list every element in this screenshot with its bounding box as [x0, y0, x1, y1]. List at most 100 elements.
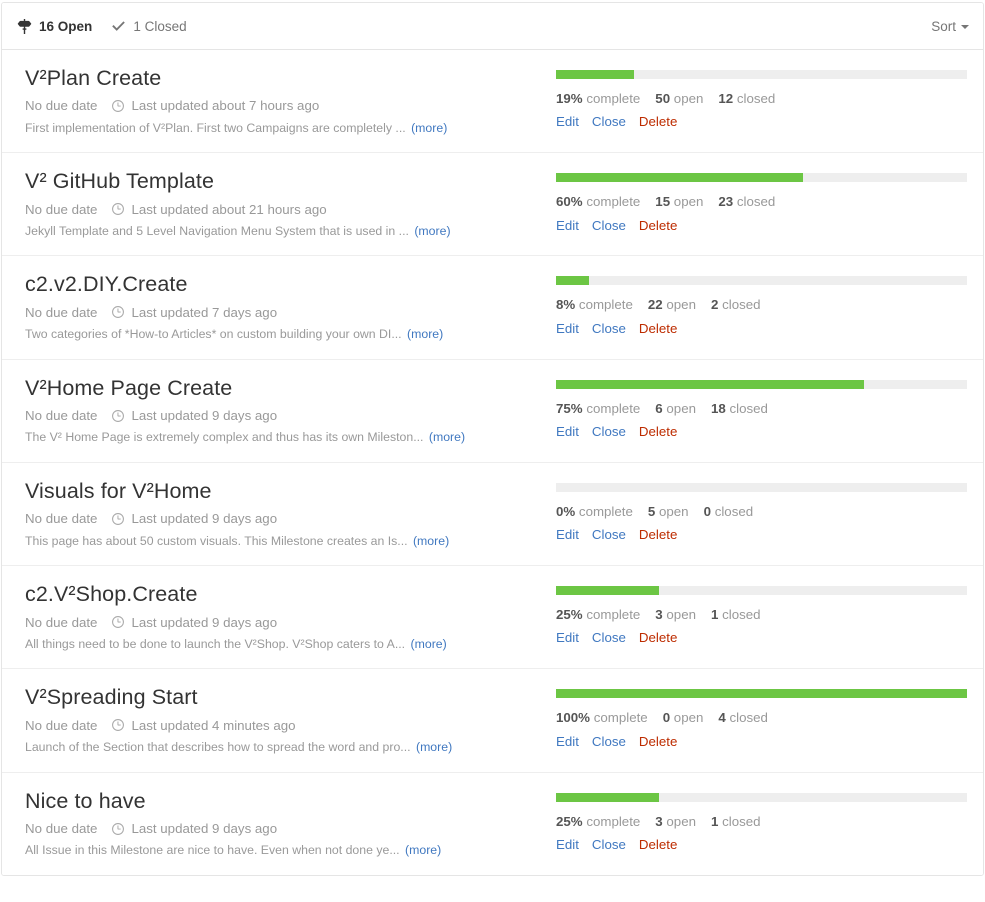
- milestone-more-link[interactable]: (more): [411, 121, 447, 135]
- milestone-meta: No due date Last updated 9 days ago: [25, 614, 556, 631]
- open-issues-count: 5: [647, 503, 656, 519]
- delete-milestone-link[interactable]: Delete: [639, 321, 677, 336]
- complete-label: complete: [578, 297, 633, 313]
- open-issues-count: 50: [655, 91, 671, 106]
- open-issues-label: open: [673, 91, 704, 106]
- milestone-title-link[interactable]: Visuals for V²Home: [25, 479, 212, 503]
- stat-open: 15 open: [655, 194, 703, 209]
- milestone-description: The V² Home Page is extremely complex an…: [25, 429, 556, 446]
- milestone-more-link[interactable]: (more): [429, 430, 465, 444]
- sort-dropdown-button[interactable]: Sort: [931, 19, 969, 34]
- sort-control[interactable]: Sort: [931, 19, 969, 34]
- milestone-progress-panel: 25% complete 3 open 1 closed Edit Close Dele…: [556, 788, 975, 859]
- milestone-description: Two categories of *How-to Articles* on c…: [25, 326, 556, 343]
- close-milestone-link[interactable]: Close: [592, 837, 626, 852]
- milestone-due-date: No due date: [25, 408, 98, 424]
- stat-complete: 25% complete: [556, 814, 640, 829]
- milestone-title-link[interactable]: V²Spreading Start: [25, 685, 198, 709]
- milestone-progress-panel: 8% complete 22 open 2 closed Edit Close Dele…: [556, 271, 975, 342]
- milestone-description: Launch of the Section that describes how…: [25, 739, 556, 756]
- check-icon: [110, 18, 126, 34]
- progress-bar: [556, 276, 967, 286]
- milestone-progress-panel: 0% complete 5 open 0 closed Edit Close Delet…: [556, 478, 975, 549]
- milestone-description: Jekyll Template and 5 Level Navigation M…: [25, 223, 556, 240]
- milestone-updated: Last updated 9 days ago: [131, 408, 278, 424]
- delete-milestone-link[interactable]: Delete: [639, 114, 677, 129]
- delete-milestone-link[interactable]: Delete: [639, 424, 677, 439]
- closed-count: 1: [133, 18, 141, 34]
- delete-milestone-link[interactable]: Delete: [639, 218, 677, 233]
- progress-bar: [556, 379, 967, 389]
- open-issues-label: open: [666, 607, 696, 623]
- delete-milestone-link[interactable]: Delete: [639, 527, 677, 542]
- edit-milestone-link[interactable]: Edit: [556, 321, 579, 336]
- progress-bar: [556, 792, 967, 802]
- delete-milestone-link[interactable]: Delete: [639, 837, 677, 852]
- filter-open-milestones[interactable]: 16 Open: [16, 18, 92, 34]
- progress-bar-fill: [556, 173, 803, 183]
- milestone-title-link[interactable]: V²Home Page Create: [25, 376, 232, 400]
- milestone-progress-panel: 75% complete 6 open 18 closed Edit Close Del…: [556, 375, 975, 446]
- open-issues-count: 3: [655, 813, 663, 829]
- closed-issues-label: closed: [736, 194, 776, 210]
- clock-icon: [111, 512, 125, 526]
- edit-milestone-link[interactable]: Edit: [556, 734, 579, 749]
- milestone-progress-panel: 100% complete 0 open 4 closed Edit Close Del…: [556, 684, 975, 755]
- milestone-info: V² GitHub Template No due date Last upda…: [16, 168, 556, 239]
- delete-milestone-link[interactable]: Delete: [639, 734, 677, 749]
- close-milestone-link[interactable]: Close: [592, 321, 626, 336]
- open-issues-label: open: [659, 503, 689, 519]
- close-milestone-link[interactable]: Close: [592, 218, 626, 233]
- milestone-more-link[interactable]: (more): [407, 327, 443, 341]
- close-milestone-link[interactable]: Close: [592, 630, 626, 645]
- edit-milestone-link[interactable]: Edit: [556, 837, 579, 852]
- milestone-updated: Last updated 9 days ago: [131, 821, 278, 836]
- close-milestone-link[interactable]: Close: [592, 424, 626, 439]
- closed-issues-label: closed: [722, 813, 761, 829]
- edit-milestone-link[interactable]: Edit: [556, 424, 579, 439]
- state-filter-group: 16 Open 1 Closed: [16, 18, 205, 34]
- progress-bar: [556, 173, 967, 183]
- open-issues-count: 15: [655, 194, 671, 210]
- edit-milestone-link[interactable]: Edit: [556, 527, 579, 542]
- edit-milestone-link[interactable]: Edit: [556, 218, 579, 233]
- stat-open: 3 open: [655, 814, 696, 829]
- complete-percent: 60%: [556, 194, 583, 210]
- milestone-title: V² GitHub Template: [25, 169, 556, 194]
- complete-label: complete: [586, 91, 641, 106]
- delete-milestone-link[interactable]: Delete: [639, 630, 677, 645]
- milestone-title-link[interactable]: Nice to have: [25, 789, 146, 813]
- filter-closed-milestones[interactable]: 1 Closed: [110, 18, 187, 34]
- stat-closed: 2 closed: [711, 297, 761, 312]
- milestone-title-link[interactable]: c2.v2.DIY.Create: [25, 272, 188, 296]
- stat-complete: 19% complete: [556, 91, 640, 106]
- milestone-title-link[interactable]: c2.V²Shop.Create: [25, 582, 198, 606]
- milestone-more-link[interactable]: (more): [416, 740, 452, 754]
- milestone-meta: No due date Last updated about 7 hours a…: [25, 97, 556, 114]
- milestone-more-link[interactable]: (more): [405, 843, 441, 857]
- milestone-more-link[interactable]: (more): [414, 224, 450, 238]
- closed-issues-label: closed: [736, 91, 776, 106]
- complete-label: complete: [586, 400, 641, 416]
- edit-milestone-link[interactable]: Edit: [556, 630, 579, 645]
- milestone-info: Nice to have No due date Last updated 9 …: [16, 788, 556, 859]
- complete-percent: 100%: [556, 710, 591, 726]
- complete-label: complete: [593, 710, 648, 726]
- milestone-description: All Issue in this Milestone are nice to …: [25, 842, 556, 859]
- stat-open: 6 open: [655, 401, 696, 416]
- milestone-title-link[interactable]: V² GitHub Template: [25, 169, 214, 193]
- close-milestone-link[interactable]: Close: [592, 114, 626, 129]
- stat-closed: 18 closed: [711, 401, 768, 416]
- milestone-description: This page has about 50 custom visuals. T…: [25, 533, 556, 550]
- complete-label: complete: [586, 194, 641, 210]
- edit-milestone-link[interactable]: Edit: [556, 114, 579, 129]
- open-issues-count: 0: [662, 710, 671, 726]
- milestones-container: 16 Open 1 Closed Sort V²Plan Create No d…: [1, 2, 984, 876]
- milestone-more-link[interactable]: (more): [411, 637, 447, 651]
- closed-issues-count: 1: [711, 813, 719, 829]
- milestone-actions: Edit Close Delete: [556, 629, 967, 646]
- close-milestone-link[interactable]: Close: [592, 734, 626, 749]
- milestone-more-link[interactable]: (more): [413, 534, 449, 548]
- close-milestone-link[interactable]: Close: [592, 527, 626, 542]
- milestone-title-link[interactable]: V²Plan Create: [25, 66, 161, 90]
